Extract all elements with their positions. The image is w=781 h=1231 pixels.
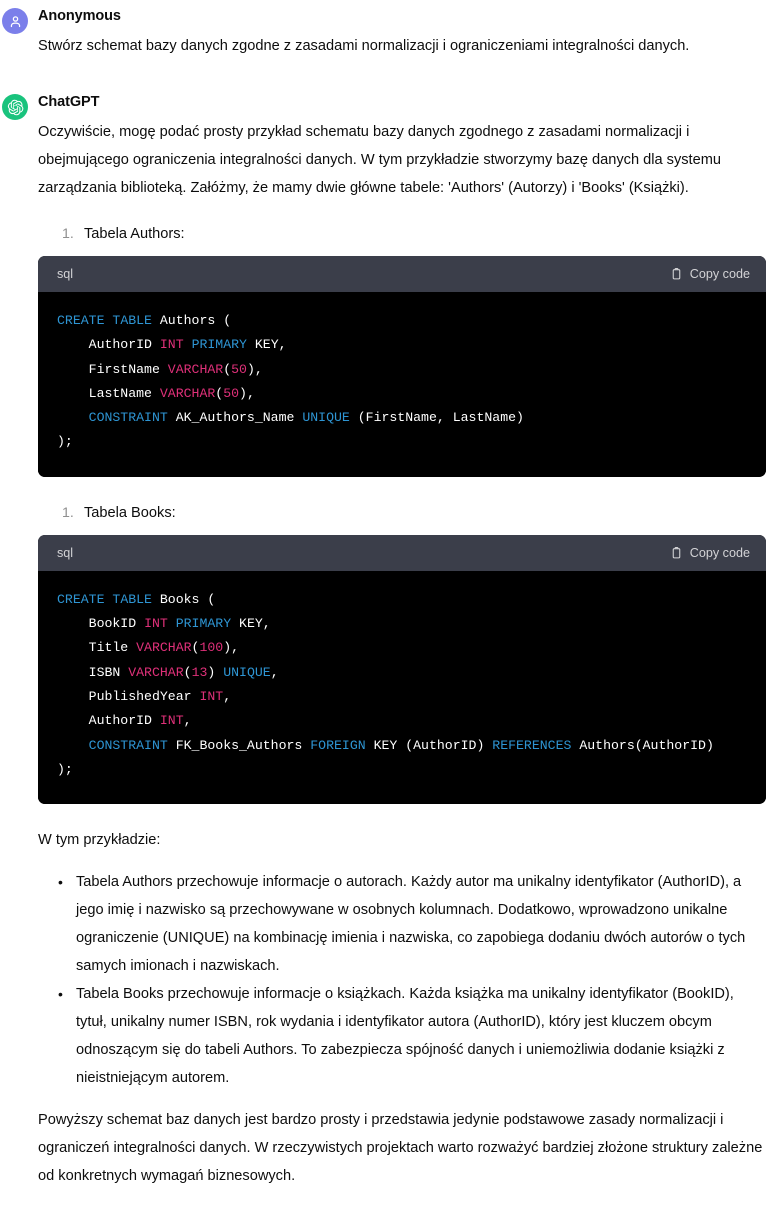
user-author-name: Anonymous (38, 8, 121, 24)
assistant-message: ChatGPT Oczywiście, mogę podać prosty pr… (0, 82, 781, 1190)
code-body: CREATE TABLE Books ( BookID INT PRIMARY … (38, 570, 766, 805)
list-item-label: Tabela Authors: (84, 226, 185, 242)
assistant-message-body: ChatGPT Oczywiście, mogę podać prosty pr… (38, 92, 781, 1190)
code-header: sql Copy code (38, 534, 766, 571)
list-item: • Tabela Authors przechowuje informacje … (52, 868, 768, 980)
code-block-books: sql Copy code CREATE TABLE Books ( BookI… (38, 534, 766, 805)
code-content: CREATE TABLE Books ( BookID INT PRIMARY … (57, 591, 714, 777)
list-marker: 1. (62, 226, 74, 242)
list-item-label: Tabela Books: (84, 504, 176, 521)
code-body: CREATE TABLE Authors ( AuthorID INT PRIM… (38, 292, 766, 477)
avatar (2, 8, 28, 34)
assistant-author-name: ChatGPT (38, 94, 100, 110)
bullet-text: Tabela Authors przechowuje informacje o … (76, 874, 746, 975)
user-message-text: Stwórz schemat bazy danych zgodne z zasa… (38, 38, 690, 54)
code-block-authors: sql Copy code CREATE TABLE Authors ( Aut… (38, 256, 766, 477)
example-heading: W tym przykładzie: (38, 832, 161, 849)
code-content: CREATE TABLE Authors ( AuthorID INT PRIM… (57, 313, 524, 450)
conversation: Anonymous Stwórz schemat bazy danych zgo… (0, 0, 781, 1190)
bullet-text: Tabela Books przechowuje informacje o ks… (76, 986, 734, 1087)
clipboard-icon (670, 546, 683, 560)
list-item: • Tabela Books przechowuje informacje o … (52, 980, 768, 1092)
books-list: 1. Tabela Books: (38, 499, 768, 527)
assistant-intro-paragraph: Oczywiście, mogę podać prosty przykład s… (38, 124, 721, 196)
list-item: 1. Tabela Books: (62, 499, 768, 527)
bullet-icon: • (58, 986, 63, 1003)
openai-logo-icon (7, 99, 24, 116)
copy-code-label: Copy code (689, 545, 750, 560)
code-header: sql Copy code (38, 256, 766, 292)
avatar (2, 94, 28, 120)
list-item: 1. Tabela Authors: (62, 220, 768, 248)
closing-paragraph: Powyższy schemat baz danych jest bardzo … (38, 1112, 763, 1185)
code-language-label: sql (57, 545, 74, 560)
bullet-icon: • (58, 874, 63, 891)
list-marker: 1. (62, 504, 74, 521)
explanation-bullets: • Tabela Authors przechowuje informacje … (38, 868, 768, 1092)
user-avatar-column (0, 6, 38, 34)
user-message: Anonymous Stwórz schemat bazy danych zgo… (0, 0, 781, 64)
user-message-body: Anonymous Stwórz schemat bazy danych zgo… (38, 6, 781, 64)
copy-code-button[interactable]: Copy code (670, 266, 750, 282)
clipboard-icon (670, 267, 683, 281)
copy-code-button[interactable]: Copy code (670, 545, 750, 561)
person-icon (8, 14, 23, 29)
code-language-label: sql (57, 267, 74, 281)
authors-list: 1. Tabela Authors: (38, 220, 768, 248)
copy-code-label: Copy code (689, 267, 750, 281)
assistant-avatar-column (0, 92, 38, 120)
